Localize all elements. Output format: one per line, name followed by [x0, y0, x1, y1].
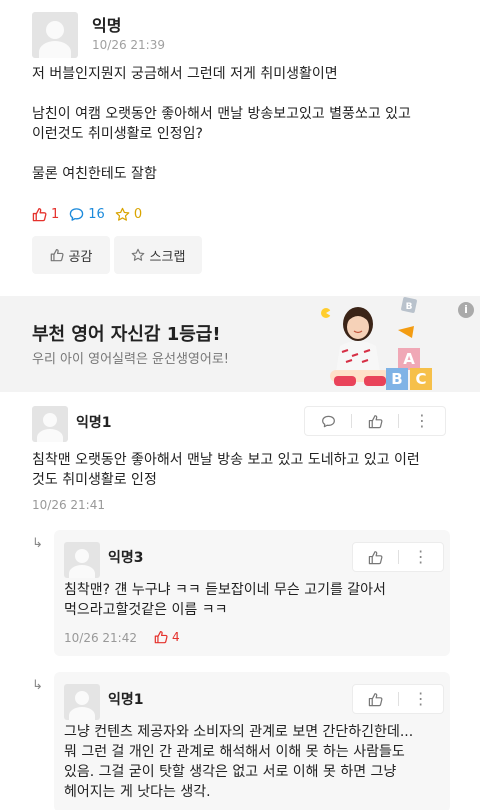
reply-text-line: 먹으라고할것같은 이름 ㅋㅋ	[64, 602, 228, 618]
reply-toolbar: ⋮	[352, 684, 444, 714]
block-letter: A	[403, 350, 415, 368]
reply-like-button[interactable]	[353, 685, 398, 713]
comment-time: 10/26 21:41	[32, 498, 105, 512]
post: 익명 10/26 21:39 저 버블인지뭔지 궁금해서 그런데 저게 취미생활…	[0, 0, 480, 296]
star-icon	[131, 248, 144, 261]
reply-toolbar: ⋮	[352, 542, 444, 572]
comment-text-line: 침착맨 오랫동안 좋아해서 맨날 방송 보고 있고 도네하고 있고 이런	[32, 452, 420, 468]
reply: 익명3 ⋮ 침착맨? 걘 누구냐 ㅋㅋ 듣보잡이네 무슨 고기를 갈아서 먹으라…	[54, 530, 450, 656]
more-options-button[interactable]: ⋮	[399, 407, 445, 435]
scrap-button[interactable]: 스크랩	[114, 236, 202, 274]
reply-like-count: 4	[154, 630, 180, 644]
ad-banner[interactable]: 부천 영어 자신감 1등급! 우리 아이 영어실력은 윤선생영어로! B A B…	[0, 296, 480, 392]
avatar	[32, 12, 78, 58]
thumbs-up-icon	[32, 207, 47, 221]
reply-author: 익명3	[108, 550, 144, 566]
like-count: 1	[32, 207, 59, 222]
more-options-button[interactable]: ⋮	[398, 543, 443, 571]
reply-text-line: 그냥 컨텐츠 제공자와 소비자의 관계로 보면 간단하긴한데...	[64, 724, 414, 740]
reply-text-line: 침착맨? 걘 누구냐 ㅋㅋ 듣보잡이네 무슨 고기를 갈아서	[64, 582, 386, 598]
star-icon	[115, 207, 130, 221]
info-icon[interactable]: i	[458, 302, 474, 318]
comment-toolbar: ⋮	[304, 406, 446, 436]
reply-button[interactable]	[305, 407, 351, 435]
avatar	[64, 684, 100, 720]
post-time: 10/26 21:39	[92, 38, 165, 52]
comment-like-button[interactable]	[352, 407, 398, 435]
reply-arrow-icon: ↳	[32, 678, 43, 693]
ad-subtitle: 우리 아이 영어실력은 윤선생영어로!	[32, 352, 230, 367]
thumbs-up-icon	[50, 248, 64, 262]
thumbs-up-icon	[368, 550, 383, 564]
comment: 익명1 ⋮ 침착맨 오랫동안 좋아해서 맨날 방송 보고 있고 도네하고 있고 …	[0, 392, 480, 518]
comment-author: 익명1	[76, 415, 112, 431]
post-text-line: 이런것도 취미생활로 인정임?	[32, 126, 203, 142]
reply-text-line: 있음. 그걸 굳이 탓할 생각은 없고 서로 이해 못 하면 그냥	[64, 764, 397, 780]
kebab-icon: ⋮	[414, 411, 430, 430]
reply-text-line: 헤어지는 게 낫다는 생각.	[64, 784, 211, 800]
reply-author: 익명1	[108, 692, 144, 708]
post-stats: 1 16 0	[32, 205, 152, 223]
avatar	[32, 406, 68, 442]
ad-illustration: B A B C	[321, 297, 432, 390]
kebab-icon: ⋮	[412, 547, 429, 566]
post-text-line: 남친이 여캠 오랫동안 좋아해서 맨날 방송보고있고 별풍쏘고 있고	[32, 106, 411, 122]
like-button[interactable]: 공감	[32, 236, 110, 274]
block-letter: B	[391, 370, 402, 388]
reply-arrow-icon: ↳	[32, 536, 43, 551]
kebab-icon: ⋮	[412, 689, 429, 708]
comment-text-line: 것도 취미생활로 인정	[32, 472, 157, 488]
comment-icon	[70, 207, 84, 221]
comment-icon	[321, 415, 335, 427]
thumbs-up-icon	[154, 630, 168, 644]
more-options-button[interactable]: ⋮	[398, 685, 443, 713]
avatar	[64, 542, 100, 578]
post-author: 익명	[92, 16, 122, 35]
reply-like-button[interactable]	[353, 543, 398, 571]
thumbs-up-icon	[368, 414, 382, 428]
block-letter: C	[415, 370, 426, 388]
post-text-line: 저 버블인지뭔지 궁금해서 그런데 저게 취미생활이면	[32, 66, 338, 82]
post-text-line: 물론 여친한테도 잘함	[32, 166, 157, 182]
comment-count: 16	[69, 207, 105, 222]
block-letter: B	[406, 302, 413, 312]
thumbs-up-icon	[368, 692, 383, 706]
reply: 익명1 ⋮ 그냥 컨텐츠 제공자와 소비자의 관계로 보면 간단하긴한데... …	[54, 672, 450, 810]
reply-time: 10/26 21:42	[64, 631, 137, 645]
reply-text-line: 뭐 그런 걸 개인 간 관계로 해석해서 이해 못 하는 사람들도	[64, 744, 405, 760]
ad-title: 부천 영어 자신감 1등급!	[32, 324, 221, 345]
scrap-count: 0	[115, 207, 142, 222]
